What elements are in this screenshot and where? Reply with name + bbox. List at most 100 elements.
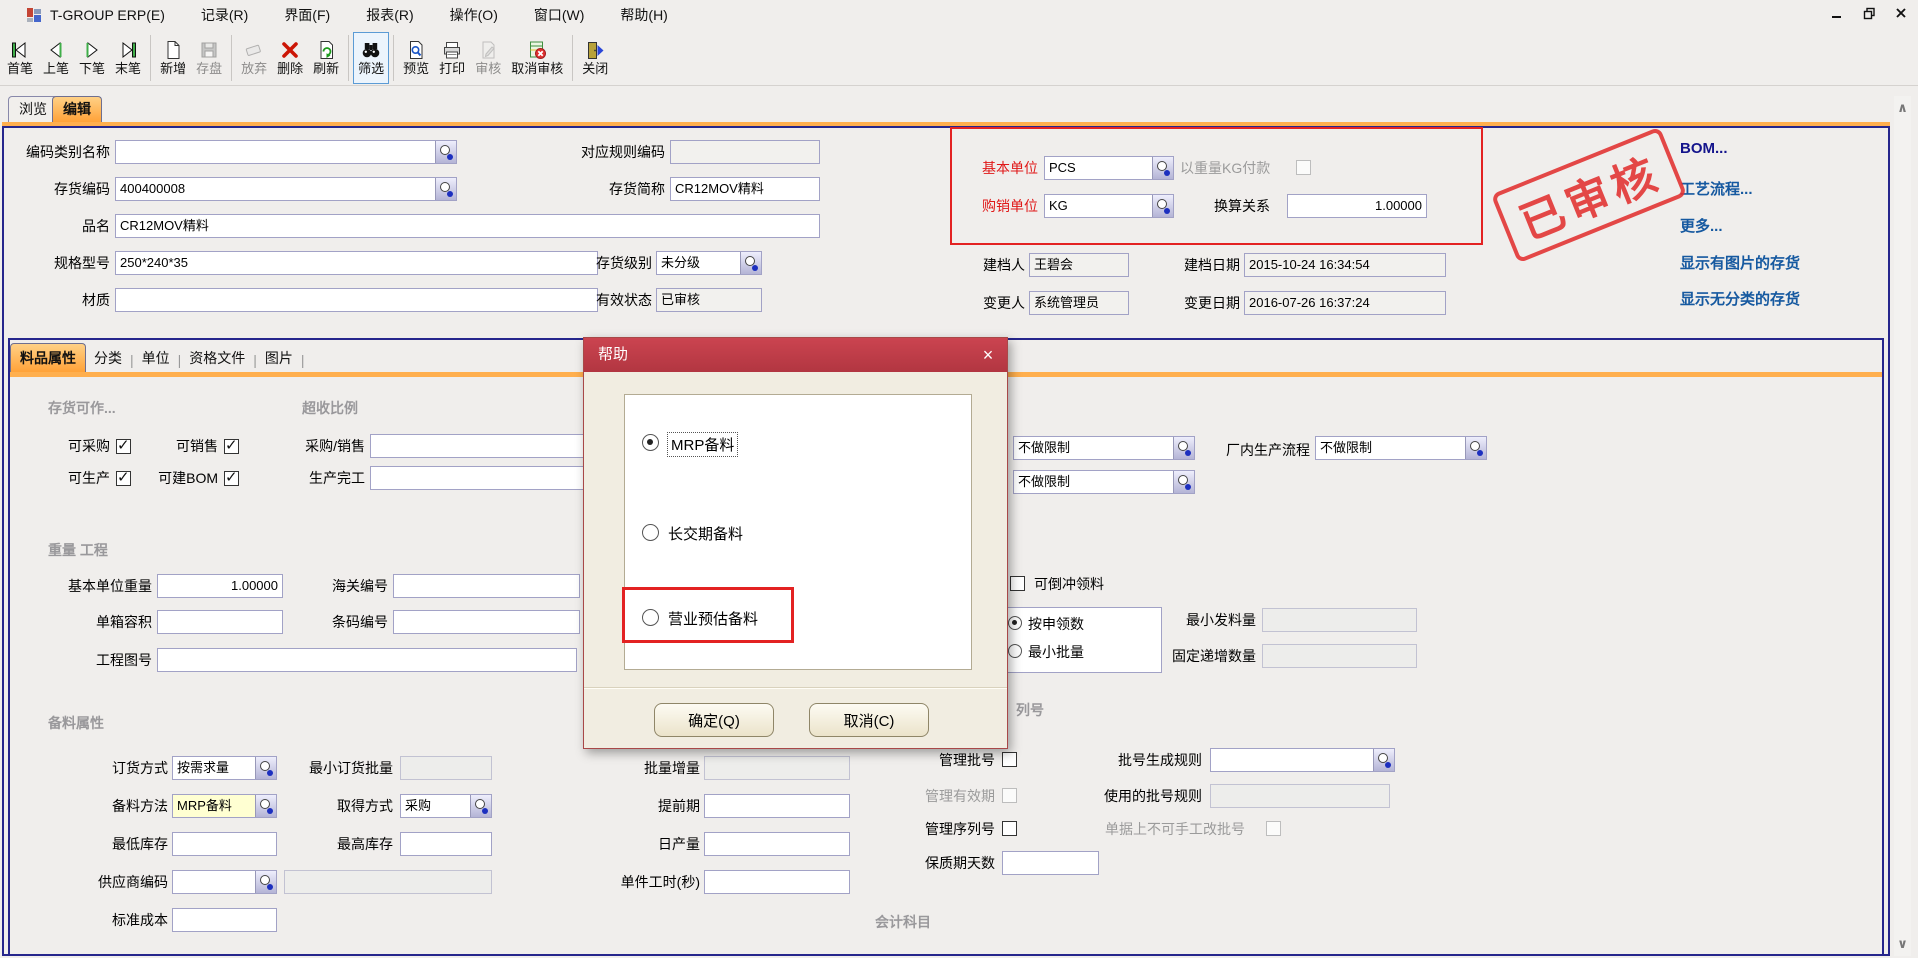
item-name-field[interactable]: CR12MOV精料 — [115, 214, 820, 238]
manage-serial-checkbox[interactable] — [1002, 821, 1017, 836]
menu-operation[interactable]: 操作(O) — [450, 5, 498, 25]
drawing-no-field[interactable] — [157, 648, 577, 672]
restriction-field-2[interactable]: 不做限制 — [1013, 470, 1195, 494]
trade-unit-field[interactable]: KG — [1044, 194, 1174, 218]
lookup-icon[interactable] — [1465, 437, 1486, 459]
item-short-label: 存货简称 — [500, 177, 665, 201]
subtab-item-attributes[interactable]: 料品属性 — [10, 343, 86, 372]
min-batch-radio[interactable] — [1008, 644, 1022, 658]
toolbar-new-button[interactable]: 新增 — [155, 32, 191, 84]
lookup-icon[interactable] — [740, 252, 761, 274]
producible-checkbox[interactable] — [116, 471, 131, 486]
level-field[interactable]: 未分级 — [656, 251, 762, 275]
toolbar-print-button[interactable]: 打印 — [434, 32, 470, 84]
option-long-leadtime-radio[interactable] — [642, 524, 659, 541]
menu-report[interactable]: 报表(R) — [366, 5, 413, 25]
lookup-icon[interactable] — [435, 178, 456, 200]
help-dialog: 帮助 × MRP备料 长交期备料 营业预估备料 确定(Q) 取消(C) — [583, 337, 1008, 749]
tab-edit[interactable]: 编辑 — [52, 96, 102, 122]
item-short-field[interactable]: CR12MOV精料 — [670, 177, 820, 201]
can-build-bom-checkbox[interactable] — [224, 471, 239, 486]
lookup-icon[interactable] — [435, 141, 456, 163]
barcode-field[interactable] — [393, 610, 580, 634]
subtab-classification[interactable]: 分类 — [86, 344, 130, 372]
shelf-days-field[interactable] — [1002, 851, 1099, 875]
menu-interface[interactable]: 界面(F) — [284, 5, 330, 25]
lookup-icon[interactable] — [1373, 749, 1394, 771]
order-mode-field[interactable]: 按需求量 — [172, 756, 277, 780]
sellable-checkbox[interactable] — [224, 439, 239, 454]
close-icon[interactable] — [1894, 6, 1908, 20]
material-field[interactable] — [115, 288, 598, 312]
lookup-icon[interactable] — [1152, 157, 1173, 179]
manage-batch-checkbox[interactable] — [1002, 752, 1017, 767]
link-process-flow[interactable]: 工艺流程... — [1680, 178, 1753, 199]
subtab-qualification[interactable]: 资格文件 — [181, 344, 253, 372]
code-category-field[interactable] — [115, 140, 457, 164]
link-show-unclassified[interactable]: 显示无分类的存货 — [1680, 288, 1800, 309]
acquire-mode-field[interactable]: 采购 — [400, 794, 492, 818]
option-mrp-radio[interactable] — [642, 434, 659, 451]
toolbar-refresh-button[interactable]: 刷新 — [308, 32, 344, 84]
tab-browse[interactable]: 浏览 — [8, 96, 58, 122]
base-weight-field[interactable]: 1.00000 — [157, 574, 283, 598]
conversion-field[interactable]: 1.00000 — [1287, 194, 1427, 218]
item-name-label: 品名 — [0, 214, 110, 238]
scroll-down-icon[interactable]: ∨ — [1894, 936, 1911, 952]
vertical-scrollbar[interactable]: ∧ ∨ — [1894, 96, 1911, 956]
menu-record[interactable]: 记录(R) — [201, 5, 248, 25]
backflush-checkbox[interactable] — [1010, 576, 1025, 591]
option-long-leadtime-label[interactable]: 长交期备料 — [668, 523, 743, 544]
subtab-picture[interactable]: 图片 — [257, 344, 301, 372]
toolbar-close-button[interactable]: 关闭 — [577, 32, 613, 84]
lookup-icon[interactable] — [255, 757, 276, 779]
toolbar-filter-button[interactable]: 筛选 — [353, 32, 389, 84]
customs-code-field[interactable] — [393, 574, 580, 598]
spec-field[interactable]: 250*240*35 — [115, 251, 598, 275]
toolbar-first-button[interactable]: 首笔 — [2, 32, 38, 84]
link-bom[interactable]: BOM... — [1680, 140, 1728, 157]
std-cost-field[interactable] — [172, 908, 277, 932]
menu-app[interactable]: T-GROUP ERP(E) — [50, 7, 165, 23]
by-request-radio[interactable] — [1008, 616, 1022, 630]
link-more[interactable]: 更多... — [1680, 215, 1723, 236]
menu-window[interactable]: 窗口(W) — [534, 5, 585, 25]
lead-time-field[interactable] — [704, 794, 850, 818]
lookup-icon[interactable] — [255, 795, 276, 817]
batch-rule-field[interactable] — [1210, 748, 1395, 772]
option-mrp-label[interactable]: MRP备料 — [668, 433, 737, 456]
toolbar-preview-button[interactable]: 预览 — [398, 32, 434, 84]
toolbar-next-button[interactable]: 下笔 — [74, 32, 110, 84]
factory-flow-field[interactable]: 不做限制 — [1315, 436, 1487, 460]
purchasable-checkbox[interactable] — [116, 439, 131, 454]
dialog-cancel-button[interactable]: 取消(C) — [809, 703, 929, 737]
toolbar-delete-button[interactable]: 删除 — [272, 32, 308, 84]
rule-code-field[interactable] — [670, 140, 820, 164]
menu-help[interactable]: 帮助(H) — [620, 5, 667, 25]
min-stock-field[interactable] — [172, 832, 277, 856]
dialog-ok-button[interactable]: 确定(Q) — [654, 703, 774, 737]
lookup-icon[interactable] — [470, 795, 491, 817]
scroll-up-icon[interactable]: ∧ — [1894, 100, 1911, 116]
supplier-code-field[interactable] — [172, 870, 277, 894]
toolbar-cancel-audit-button[interactable]: 取消审核 — [506, 32, 568, 84]
lookup-icon[interactable] — [1173, 437, 1194, 459]
link-show-with-images[interactable]: 显示有图片的存货 — [1680, 252, 1800, 273]
item-code-field[interactable]: 400400008 — [115, 177, 457, 201]
prepare-method-field[interactable]: MRP备料 — [172, 794, 277, 818]
daily-output-field[interactable] — [704, 832, 850, 856]
restriction-field-1[interactable]: 不做限制 — [1013, 436, 1195, 460]
dialog-close-icon[interactable]: × — [969, 338, 1007, 372]
toolbar-prev-button[interactable]: 上笔 — [38, 32, 74, 84]
minimize-icon[interactable] — [1830, 6, 1844, 20]
max-stock-field[interactable] — [400, 832, 492, 856]
subtab-unit[interactable]: 单位 — [134, 344, 178, 372]
lookup-icon[interactable] — [255, 871, 276, 893]
restore-icon[interactable] — [1862, 6, 1876, 20]
toolbar-last-button[interactable]: 末笔 — [110, 32, 146, 84]
base-unit-field[interactable]: PCS — [1044, 156, 1174, 180]
lookup-icon[interactable] — [1173, 471, 1194, 493]
batch-rule-label: 批号生成规则 — [1118, 748, 1202, 772]
box-volume-field[interactable] — [157, 610, 283, 634]
unit-time-field[interactable] — [704, 870, 850, 894]
